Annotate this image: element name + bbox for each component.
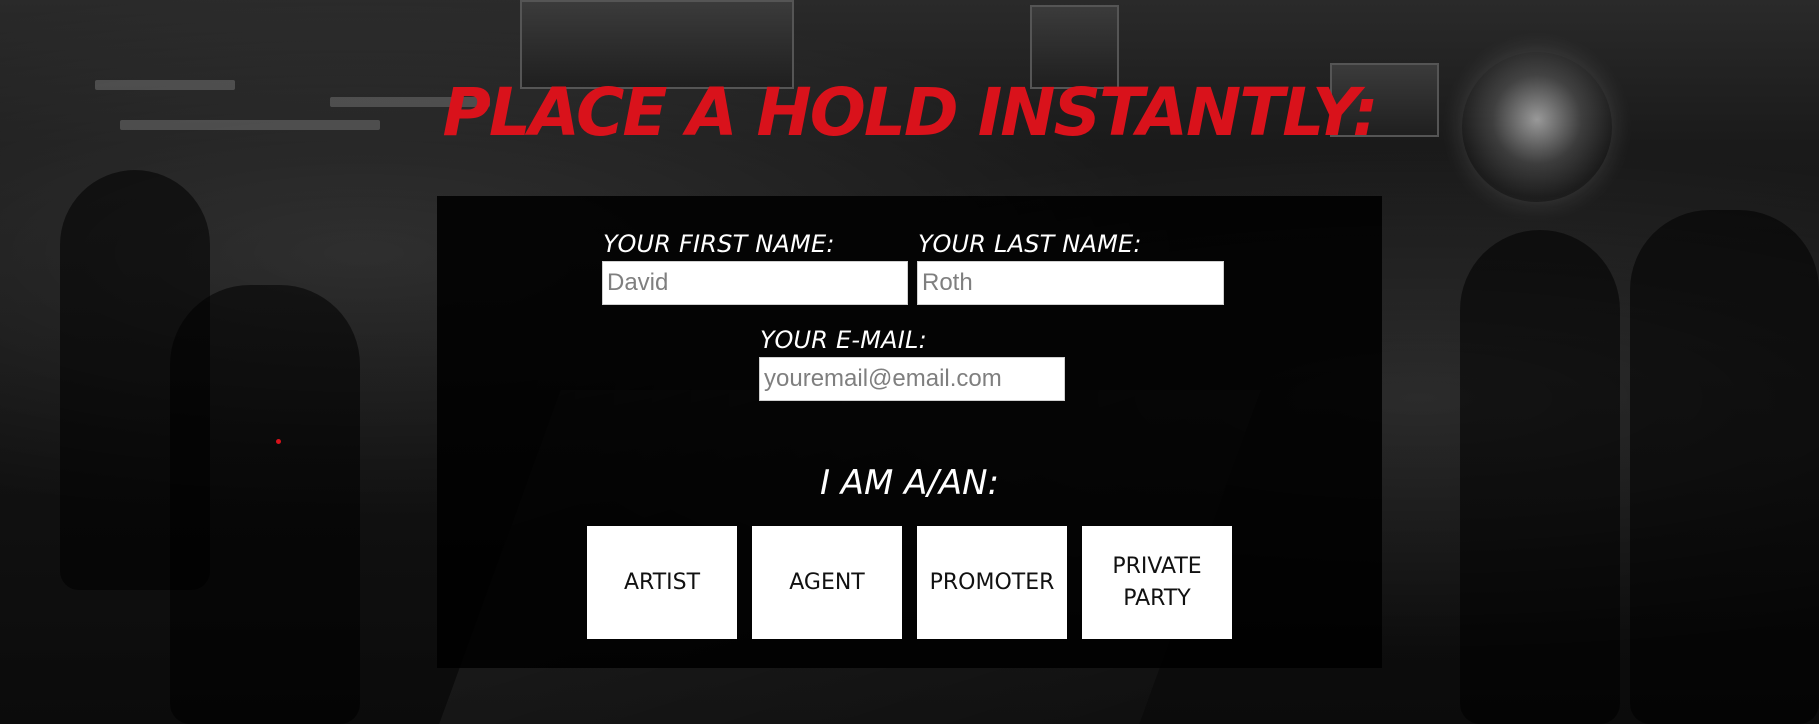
- role-button-group: ARTIST AGENT PROMOTER PRIVATE PARTY: [587, 526, 1232, 639]
- last-name-label: YOUR LAST NAME:: [918, 230, 1142, 258]
- agent-button[interactable]: AGENT: [752, 526, 902, 639]
- first-name-label: YOUR FIRST NAME:: [603, 230, 835, 258]
- crowd-silhouette: [170, 285, 360, 724]
- private-party-button[interactable]: PRIVATE PARTY: [1082, 526, 1232, 639]
- hold-form-panel: YOUR FIRST NAME: YOUR LAST NAME: YOUR E-…: [437, 196, 1382, 668]
- first-name-input[interactable]: [602, 261, 908, 305]
- page-headline: PLACE A HOLD INSTANTLY:: [442, 74, 1379, 151]
- email-label: YOUR E-MAIL:: [760, 326, 927, 354]
- email-input[interactable]: [759, 357, 1065, 401]
- red-dot: [276, 439, 281, 444]
- role-title: I AM A/AN:: [819, 463, 1000, 503]
- crowd-silhouette: [1460, 230, 1620, 724]
- last-name-input[interactable]: [917, 261, 1224, 305]
- crowd-silhouette: [1630, 210, 1819, 724]
- promoter-button[interactable]: PROMOTER: [917, 526, 1067, 639]
- artist-button[interactable]: ARTIST: [587, 526, 737, 639]
